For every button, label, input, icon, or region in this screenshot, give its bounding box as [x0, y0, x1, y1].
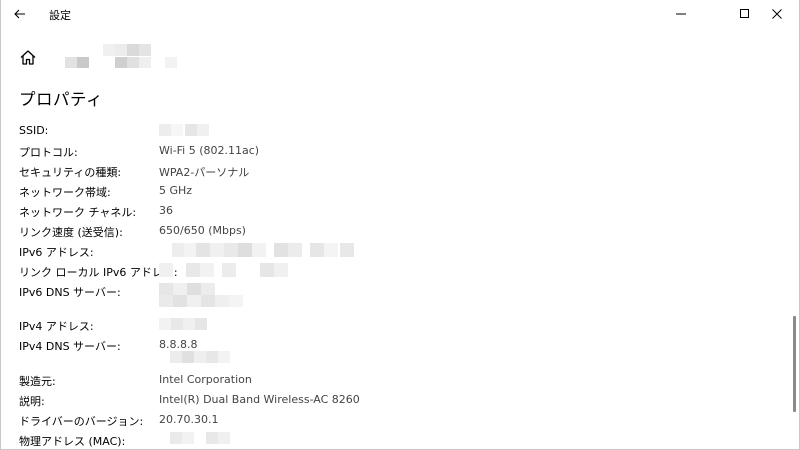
- ipv4-dns-label: IPv4 DNS サーバー:: [19, 340, 121, 353]
- network-band-label: ネットワーク帯域:: [19, 186, 111, 199]
- ipv4-dns-value: 8.8.8.8: [159, 338, 198, 351]
- ipv6-dns-label: IPv6 DNS サーバー:: [19, 286, 121, 299]
- arrow-left-icon[interactable]: [10, 4, 30, 24]
- minimize-icon: [676, 13, 686, 15]
- minimize-button[interactable]: [658, 0, 704, 28]
- close-icon: [772, 9, 782, 19]
- section-heading: プロパティ: [19, 90, 104, 109]
- protocol-label: プロトコル:: [19, 146, 78, 159]
- network-channel-label: ネットワーク チャネル:: [19, 206, 137, 219]
- security-type-label: セキュリティの種類:: [19, 166, 122, 179]
- link-speed-value: 650/650 (Mbps): [159, 224, 246, 237]
- network-band-value: 5 GHz: [159, 184, 193, 197]
- network-channel-value: 36: [159, 204, 173, 217]
- home-icon[interactable]: [18, 48, 38, 68]
- link-local-ipv6-label: リンク ローカル IPv6 アドレス:: [19, 266, 178, 279]
- driver-version-label: ドライバーのバージョン:: [19, 415, 144, 428]
- description-value: Intel(R) Dual Band Wireless-AC 8260: [159, 393, 360, 406]
- vertical-scrollbar-thumb[interactable]: [793, 316, 796, 412]
- manufacturer-label: 製造元:: [19, 375, 56, 388]
- mac-address-label: 物理アドレス (MAC):: [19, 435, 126, 448]
- link-speed-label: リンク速度 (送受信):: [19, 226, 123, 239]
- driver-version-value: 20.70.30.1: [159, 413, 219, 426]
- ssid-label: SSID:: [19, 124, 49, 137]
- title-bar: 設定: [0, 0, 800, 28]
- description-label: 説明:: [19, 395, 45, 408]
- maximize-icon: [740, 9, 749, 18]
- close-button[interactable]: [754, 0, 800, 28]
- ipv6-address-label: IPv6 アドレス:: [19, 246, 94, 259]
- security-type-value: WPA2-パーソナル: [159, 166, 250, 179]
- window-title: 設定: [49, 9, 71, 22]
- manufacturer-value: Intel Corporation: [159, 373, 252, 386]
- ipv4-address-label: IPv4 アドレス:: [19, 320, 94, 333]
- protocol-value: Wi-Fi 5 (802.11ac): [159, 144, 260, 157]
